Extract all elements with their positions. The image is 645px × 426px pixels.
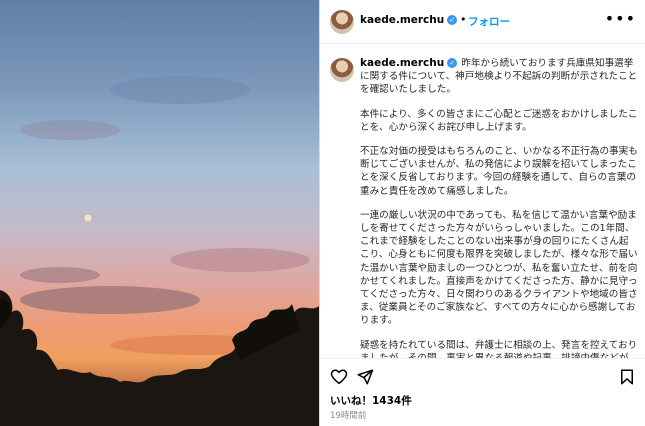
post-photo xyxy=(0,0,319,426)
more-options-icon[interactable]: ••• xyxy=(605,9,636,28)
post-header: kaede.merchu ✓ • フォロー ••• xyxy=(320,0,645,44)
follow-button[interactable]: フォロー xyxy=(468,14,510,29)
caption-paragraph-3: 不正な対価の授受はもちろんのこと、いかなる不正行為の事実も断じてございませんが、… xyxy=(360,146,638,197)
post-timestamp[interactable]: 19時間前 xyxy=(330,409,366,421)
sunset-sky-image xyxy=(0,76,319,426)
comments-area[interactable]: kaede.merchu ✓ 昨年から続いております兵庫県知事選挙に関する件について… xyxy=(320,44,645,358)
caption-paragraph-2: 本件により、多くの皆さまにご心配とご迷惑をおかけしましたことを、心から深くお詫び… xyxy=(360,108,638,133)
action-bar xyxy=(320,358,645,392)
verified-badge-icon: ✓ xyxy=(447,58,458,68)
caption-paragraph-1: kaede.merchu ✓ 昨年から続いております兵庫県知事選挙に関する件について… xyxy=(360,57,638,96)
post-caption: kaede.merchu ✓ 昨年から続いております兵庫県知事選挙に関する件について… xyxy=(360,57,638,358)
bookmark-icon[interactable] xyxy=(618,368,636,386)
caption-username[interactable]: kaede.merchu ✓ xyxy=(360,57,458,69)
caption-avatar[interactable] xyxy=(330,58,354,82)
verified-badge-icon: ✓ xyxy=(447,15,458,25)
avatar[interactable] xyxy=(330,10,354,34)
heart-icon[interactable] xyxy=(330,368,348,386)
header-username[interactable]: kaede.merchu ✓ xyxy=(360,14,458,26)
likes-count[interactable]: いいね！1434件 xyxy=(330,393,412,408)
separator-dot: • xyxy=(460,13,467,26)
caption-paragraph-5: 疑惑を持たれている間は、弁護士に相談の上、発言を控えておりましたが、その間、事実… xyxy=(360,339,638,358)
post-side-panel: kaede.merchu ✓ • フォロー ••• kaede.merchu ✓ 昨年… xyxy=(319,0,645,426)
instagram-post-modal: kaede.merchu ✓ • フォロー ••• kaede.merchu ✓ 昨年… xyxy=(0,0,645,426)
caption-paragraph-4: 一連の厳しい状況の中であっても、私を信じて温かい言葉や励ましを寄せてくださった方… xyxy=(360,209,638,327)
send-icon[interactable] xyxy=(356,368,374,386)
